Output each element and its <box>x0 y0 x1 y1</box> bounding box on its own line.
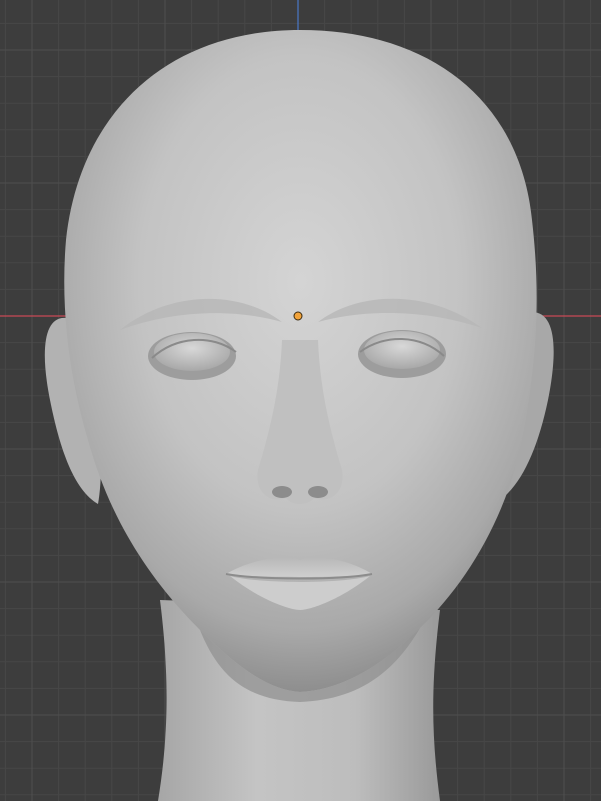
3d-viewport[interactable] <box>0 0 601 801</box>
right-eye <box>358 330 446 378</box>
viewport-canvas[interactable] <box>0 0 601 801</box>
object-origin-icon[interactable] <box>293 311 303 321</box>
left-eye <box>148 332 237 380</box>
right-nostril <box>308 486 328 498</box>
left-nostril <box>272 486 292 498</box>
